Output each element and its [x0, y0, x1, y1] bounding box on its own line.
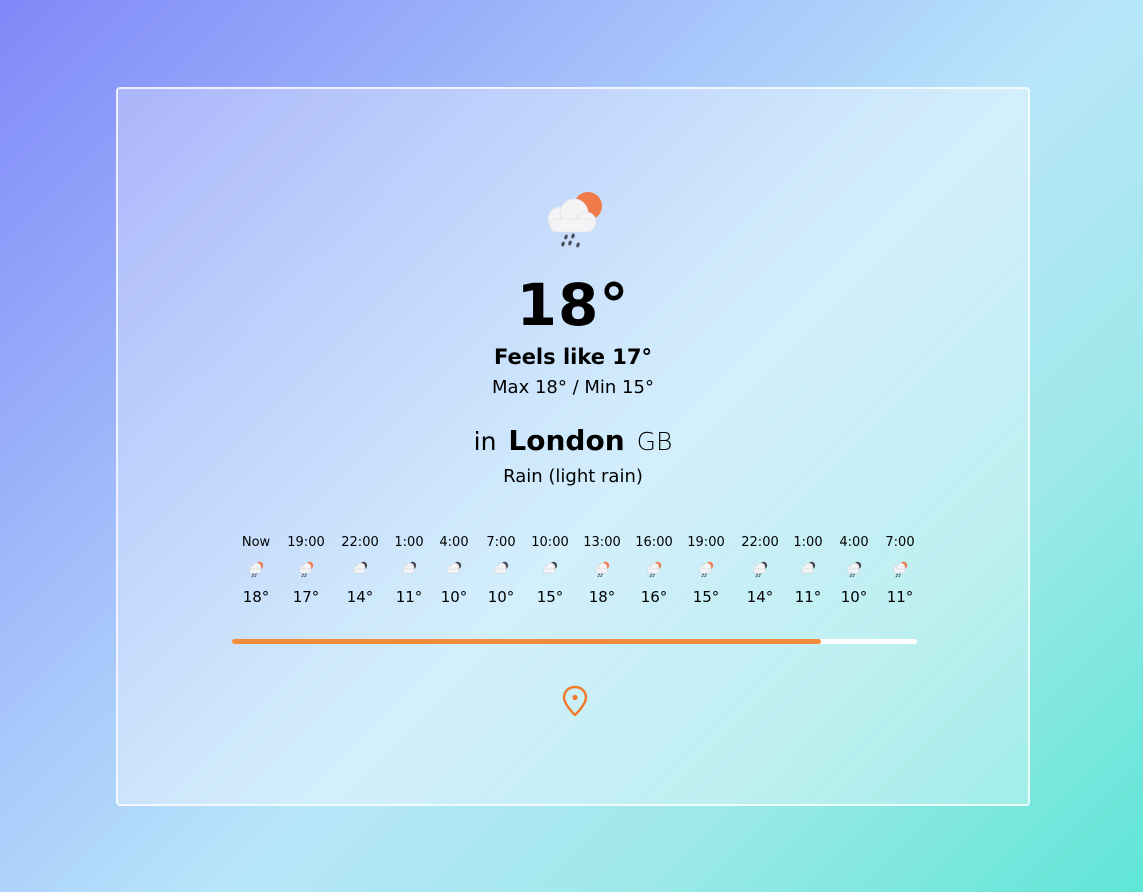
forecast-temperature: 10° — [440, 588, 468, 606]
rain-sun-icon — [699, 561, 714, 578]
forecast-time: Now — [241, 535, 271, 550]
forecast-temperature: 15° — [692, 588, 720, 606]
forecast-temperature: 10° — [840, 588, 868, 606]
forecast-time: 22:00 — [341, 535, 379, 550]
cloud-moon-icon — [494, 561, 509, 574]
forecast-time: 22:00 — [741, 535, 779, 550]
cloud-moon-icon — [447, 561, 462, 574]
forecast-item: 22:00 14° — [334, 534, 386, 606]
forecast-temperature: 14° — [346, 588, 374, 606]
cloud-moon-icon — [402, 561, 417, 574]
forecast-time: 16:00 — [635, 535, 673, 550]
forecast-item: 16:00 16° — [628, 534, 680, 606]
forecast-item: 22:00 14° — [734, 534, 786, 606]
rain-moon-icon — [847, 561, 862, 578]
forecast-temperature: 16° — [640, 588, 668, 606]
rain-moon-icon — [753, 561, 768, 578]
cloud-moon-icon — [543, 561, 558, 574]
hourly-forecast: Now 18° 19:00 17° 22:00 14° 1:00 11° 4:00 10° 7:00… — [232, 534, 918, 614]
forecast-time: 4:00 — [839, 535, 869, 550]
feels-like: Feels like 17° — [493, 345, 653, 369]
rain-sun-icon — [249, 561, 264, 578]
forecast-time: 10:00 — [531, 535, 569, 550]
location-line: in London GB — [118, 424, 1028, 457]
forecast-time: 1:00 — [793, 535, 823, 550]
rain-sun-icon — [647, 561, 662, 578]
cloud-moon-icon — [353, 561, 368, 574]
country-code: GB — [636, 427, 673, 456]
forecast-item: 4:00 10° — [828, 534, 880, 606]
forecast-temperature: 10° — [487, 588, 515, 606]
city-name: London — [508, 424, 625, 457]
forecast-item: Now 18° — [230, 534, 282, 606]
forecast-item: 1:00 11° — [782, 534, 834, 606]
rain-sun-icon — [893, 561, 908, 578]
forecast-time: 19:00 — [287, 535, 325, 550]
forecast-item: 13:00 18° — [576, 534, 628, 606]
forecast-item: 7:00 10° — [475, 534, 527, 606]
forecast-temperature: 11° — [794, 588, 822, 606]
forecast-item: 7:00 11° — [874, 534, 926, 606]
forecast-item: 19:00 15° — [680, 534, 732, 606]
forecast-item: 4:00 10° — [428, 534, 480, 606]
current-temperature: 18° — [516, 271, 630, 339]
cloud-moon-icon — [801, 561, 816, 574]
forecast-time: 7:00 — [486, 535, 516, 550]
rain-sun-icon — [299, 561, 314, 578]
rain-sun-icon — [547, 192, 602, 248]
weather-card: 18° Feels like 17° Max 18° / Min 15° in … — [116, 87, 1030, 806]
forecast-time: 7:00 — [885, 535, 915, 550]
forecast-progress-bar — [232, 639, 917, 644]
rain-sun-icon — [595, 561, 610, 578]
location-pin-icon[interactable] — [560, 684, 590, 718]
forecast-time: 13:00 — [583, 535, 621, 550]
max-min-temperature: Max 18° / Min 15° — [492, 377, 654, 398]
forecast-temperature: 17° — [292, 588, 320, 606]
forecast-item: 10:00 15° — [524, 534, 576, 606]
forecast-temperature: 15° — [536, 588, 564, 606]
forecast-item: 19:00 17° — [280, 534, 332, 606]
location-prefix: in — [473, 427, 497, 456]
forecast-progress-fill — [232, 639, 822, 644]
weather-description: Rain (light rain) — [503, 466, 643, 487]
forecast-temperature: 18° — [242, 588, 270, 606]
forecast-temperature: 18° — [588, 588, 616, 606]
forecast-temperature: 11° — [886, 588, 914, 606]
forecast-time: 4:00 — [439, 535, 469, 550]
forecast-temperature: 14° — [746, 588, 774, 606]
forecast-time: 19:00 — [687, 535, 725, 550]
